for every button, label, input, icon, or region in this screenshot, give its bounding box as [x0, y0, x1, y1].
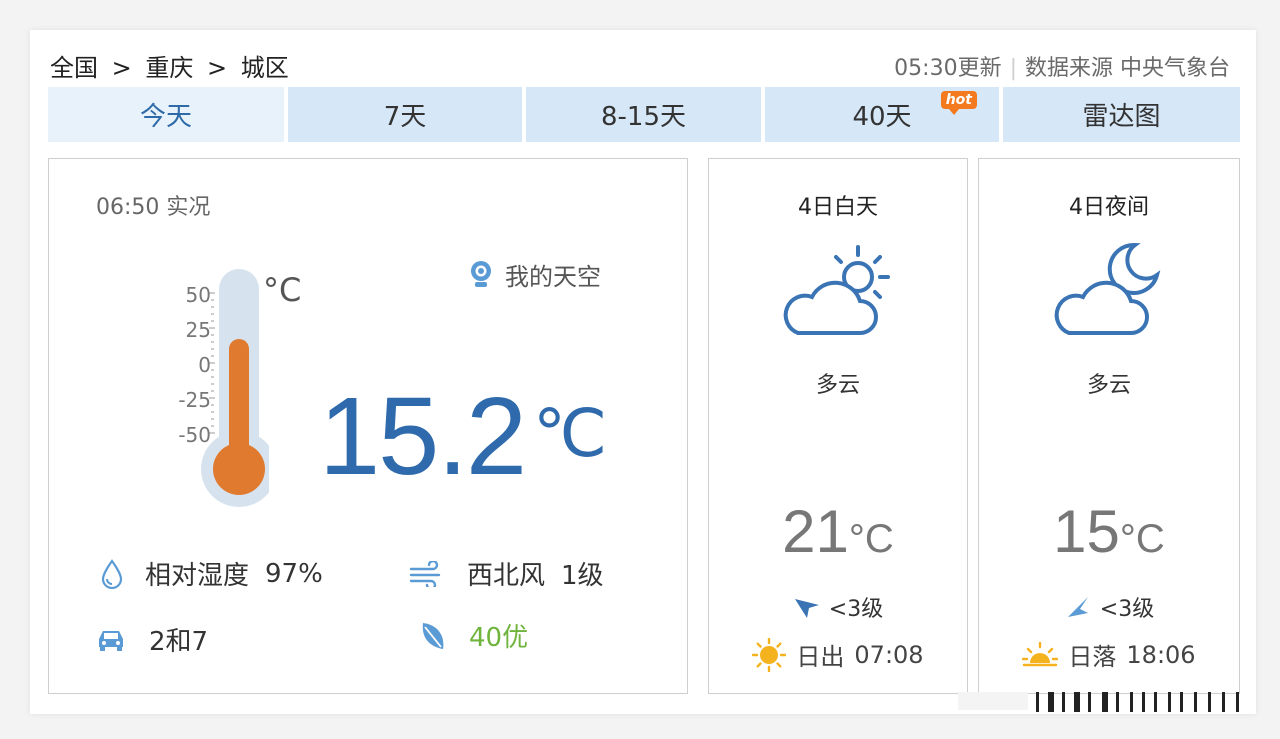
partly-cloudy-day-icon: [783, 245, 890, 335]
day-wind: <3级: [709, 591, 967, 623]
night-temperature: 15°C: [979, 497, 1239, 566]
humidity: 相对湿度 97%: [101, 555, 323, 592]
hot-badge: hot: [940, 91, 977, 115]
wind-icon: [409, 560, 441, 587]
tab-7-days[interactable]: 7天: [288, 87, 522, 142]
current-conditions-panel: 06:50 实况 我的天空 50 25 0 -25 -50 °C 15.2 ℃ …: [48, 158, 688, 694]
scale-tick: 25: [185, 318, 211, 342]
sunrise-label: 日出: [796, 643, 845, 671]
my-sky-link[interactable]: 我的天空: [469, 257, 601, 292]
observation-time: 06:50 实况: [96, 195, 211, 220]
breadcrumb-city[interactable]: 重庆: [145, 54, 193, 82]
current-temperature-unit: ℃: [533, 395, 608, 472]
humidity-label: 相对湿度: [145, 561, 250, 591]
day-forecast-panel: 4日白天 多云 21°C <3级 日出 07:08: [708, 158, 968, 694]
breadcrumb-separator: >: [111, 54, 132, 82]
sunset: 日落 18:06: [979, 637, 1239, 672]
tab-label: 40天: [852, 102, 912, 132]
night-wind: <3级: [979, 591, 1239, 623]
top-bar: 全国 > 重庆 > 城区 05:30更新 | 数据来源 中央气象台: [50, 44, 1230, 84]
update-time: 05:30更新: [894, 56, 1002, 81]
wind-direction-arrow-icon: [794, 599, 819, 618]
night-wind-level: <3级: [1099, 597, 1155, 622]
air-quality[interactable]: 40优: [419, 617, 528, 654]
forecast-tabs: 今天 7天 8-15天 40天 hot 雷达图: [48, 87, 1240, 142]
sunset-time: 18:06: [1126, 640, 1196, 669]
tab-radar[interactable]: 雷达图: [1003, 87, 1240, 142]
breadcrumb-district: 城区: [240, 54, 289, 82]
sunrise-time: 07:08: [854, 640, 924, 669]
breadcrumb-country[interactable]: 全国: [50, 54, 98, 82]
webcam-icon: [471, 260, 491, 287]
breadcrumb-separator: >: [207, 54, 228, 82]
sunrise: 日出 07:08: [709, 637, 967, 672]
traffic-restriction: 2和7: [95, 621, 208, 658]
tab-label: 雷达图: [1082, 102, 1161, 132]
scale-tick: -25: [178, 388, 211, 412]
day-weather-desc: 多云: [815, 373, 860, 398]
night-forecast-panel: 4日夜间 多云 15°C <3级 日落 18:06: [978, 158, 1240, 694]
scale-tick: 50: [185, 283, 211, 307]
scale-tick: -50: [178, 423, 211, 447]
tab-label: 7天: [383, 102, 427, 132]
day-wind-level: <3级: [828, 597, 884, 622]
update-info: 05:30更新 | 数据来源 中央气象台: [894, 56, 1230, 81]
wind-level: 1级: [561, 561, 604, 591]
day-forecast-title: 4日白天: [798, 195, 878, 220]
aqi-value: 40优: [469, 623, 529, 653]
watermark: [958, 692, 1239, 712]
humidity-value: 97%: [265, 558, 323, 589]
thermometer-icon: [201, 269, 269, 507]
tab-today[interactable]: 今天: [48, 87, 284, 142]
sunset-label: 日落: [1068, 643, 1117, 671]
wind-direction: 西北风: [467, 561, 546, 591]
day-temperature: 21°C: [709, 497, 967, 566]
traffic-restriction-value: 2和7: [149, 627, 209, 657]
leaf-icon: [422, 622, 444, 649]
wind-direction-arrow-icon: [1067, 597, 1088, 617]
breadcrumb: 全国 > 重庆 > 城区: [50, 48, 295, 83]
tab-40-days[interactable]: 40天 hot: [765, 87, 999, 142]
tab-8-15-days[interactable]: 8-15天: [526, 87, 761, 142]
sunrise-icon: [752, 637, 787, 672]
night-forecast-title: 4日夜间: [1069, 195, 1149, 220]
data-source: 数据来源 中央气象台: [1025, 56, 1230, 81]
night-temperature-unit: °C: [1119, 517, 1165, 561]
current-temperature: 15.2: [319, 375, 527, 498]
thermometer-unit: °C: [263, 271, 302, 309]
sunset-icon: [1022, 641, 1059, 666]
tab-label: 8-15天: [600, 102, 686, 132]
wind: 西北风 1级: [409, 555, 604, 592]
my-sky-label: 我的天空: [505, 263, 601, 291]
scale-tick: 0: [198, 353, 211, 377]
day-temperature-value: 21: [782, 498, 849, 565]
tab-label: 今天: [139, 102, 192, 132]
night-temperature-value: 15: [1053, 498, 1120, 565]
partly-cloudy-night-icon: [1054, 242, 1161, 335]
day-temperature-unit: °C: [848, 517, 894, 561]
water-drop-icon: [101, 558, 123, 589]
night-weather-desc: 多云: [1086, 373, 1131, 398]
car-icon: [99, 630, 123, 651]
